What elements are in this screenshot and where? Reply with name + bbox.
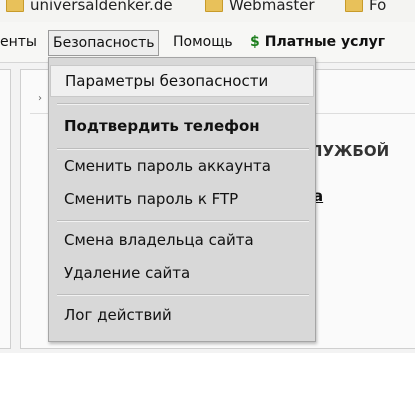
menu-item-confirm-phone[interactable]: Подтвердить телефон bbox=[50, 110, 314, 142]
menu-item-label: Сменить пароль к FTP bbox=[64, 190, 239, 208]
menu-item-security[interactable]: Безопасность bbox=[48, 30, 160, 56]
menu-item-label: Смена владельца сайта bbox=[64, 231, 254, 249]
folder-icon bbox=[6, 0, 24, 12]
menu-item-activity-log[interactable]: Лог действий bbox=[50, 299, 314, 331]
bookmark-fo[interactable]: Fo bbox=[345, 0, 386, 15]
chevron-right-icon[interactable]: › bbox=[38, 93, 42, 104]
folder-icon bbox=[205, 0, 223, 12]
left-panel bbox=[0, 69, 11, 349]
menu-item-label: Платные услуг bbox=[264, 34, 386, 50]
menu-item-label: Удаление сайта bbox=[64, 264, 191, 282]
menu-item-change-site-owner[interactable]: Смена владельца сайта bbox=[50, 224, 314, 256]
section-heading: ЛУЖБОЙ bbox=[310, 142, 390, 160]
dollar-icon: $ bbox=[250, 34, 260, 50]
menu-separator bbox=[57, 294, 309, 296]
security-dropdown-menu: Параметры безопасности Подтвердить телеф… bbox=[48, 57, 316, 342]
menu-item-help[interactable]: Помощь bbox=[173, 30, 233, 54]
bookmark-universaldenker[interactable]: universaldenker.de bbox=[6, 0, 173, 15]
menu-item-label: енты bbox=[0, 34, 37, 50]
menu-separator bbox=[57, 220, 309, 222]
bookmark-label: Fo bbox=[369, 0, 387, 14]
menu-item-change-account-password[interactable]: Сменить пароль аккаунта bbox=[50, 150, 314, 182]
menu-item-label: Сменить пароль аккаунта bbox=[64, 157, 271, 175]
menu-item-label: Безопасность bbox=[53, 35, 155, 51]
menu-item-delete-site[interactable]: Удаление сайта bbox=[50, 257, 314, 289]
menu-item-label: Подтвердить телефон bbox=[64, 117, 260, 135]
bookmark-label: universaldenker.de bbox=[30, 0, 173, 14]
bookmark-webmaster[interactable]: Webmaster bbox=[205, 0, 315, 15]
menu-item-label: Помощь bbox=[173, 34, 233, 50]
bookmarks-bar: universaldenker.de Webmaster Fo bbox=[0, 0, 415, 22]
menu-separator bbox=[57, 103, 309, 105]
menu-item-security-settings[interactable]: Параметры безопасности bbox=[50, 65, 314, 97]
menu-item-label: Параметры безопасности bbox=[65, 72, 269, 90]
menu-item-paid-services[interactable]: $ Платные услуг bbox=[250, 30, 385, 54]
menu-item-change-ftp-password[interactable]: Сменить пароль к FTP bbox=[50, 183, 314, 215]
folder-icon bbox=[345, 0, 363, 12]
menu-item-tools[interactable]: енты bbox=[0, 30, 37, 54]
menu-item-label: Лог действий bbox=[64, 306, 172, 324]
bookmark-label: Webmaster bbox=[229, 0, 315, 14]
